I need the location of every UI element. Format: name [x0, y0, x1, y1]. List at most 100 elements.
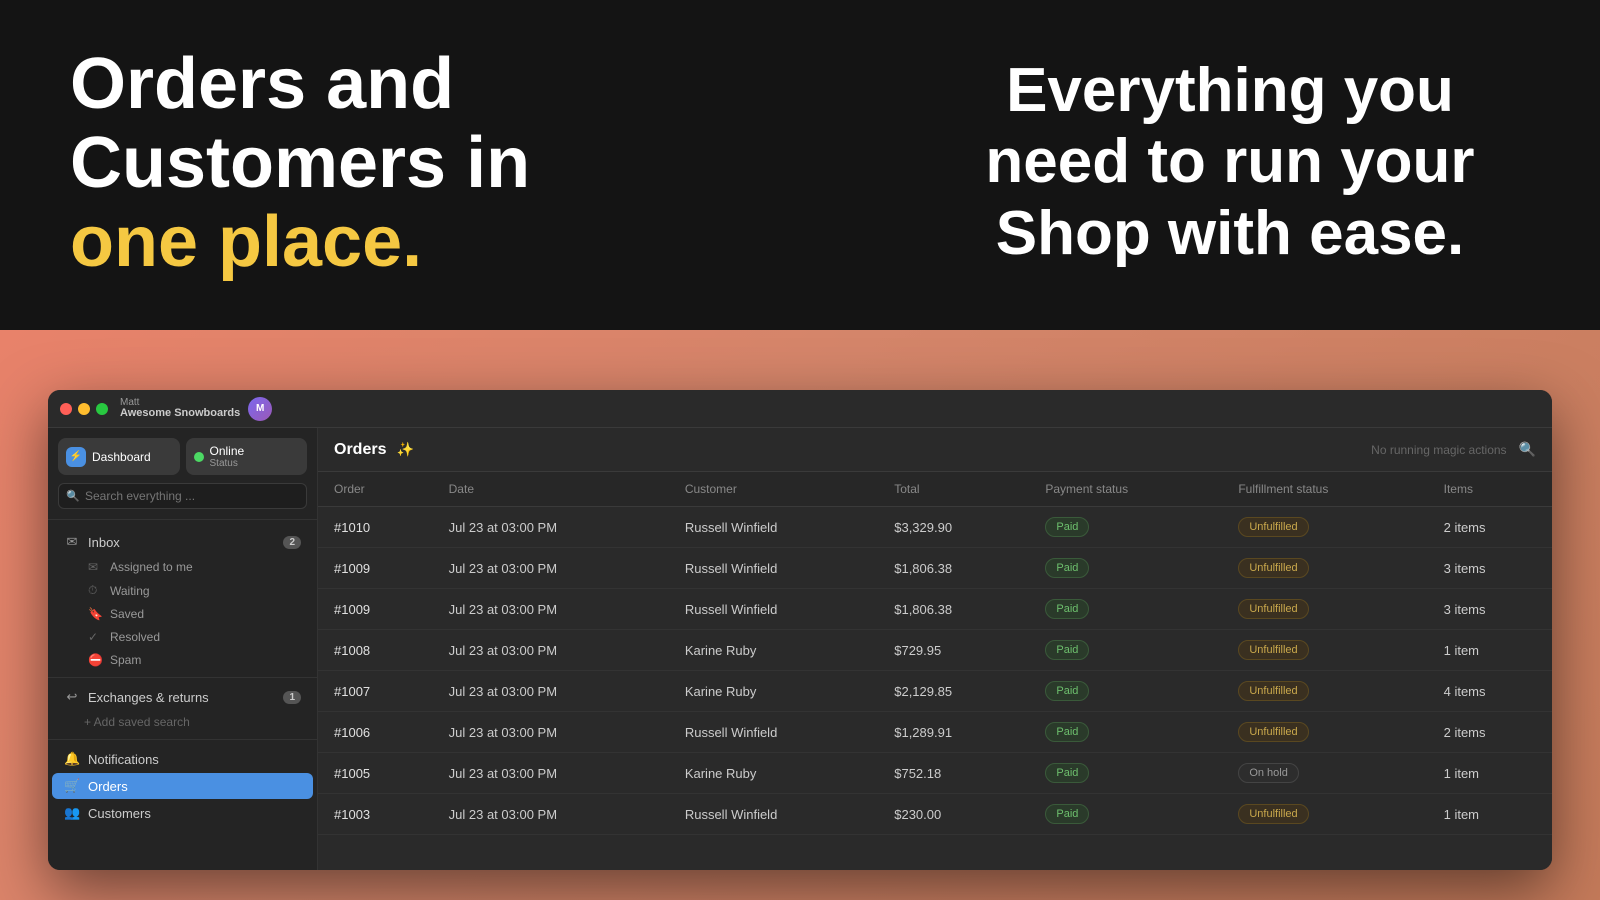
window-title: Matt Awesome Snowboards [120, 398, 240, 419]
cell-payment: Paid [1029, 671, 1222, 712]
sidebar-item-waiting[interactable]: ⏱ Waiting [52, 579, 313, 602]
cell-customer: Russell Winfield [669, 794, 878, 835]
fulfillment-badge: Unfulfilled [1238, 722, 1308, 742]
hero-line3-highlight: one place. [70, 202, 422, 282]
cell-fulfillment: Unfulfilled [1222, 630, 1427, 671]
cell-fulfillment: Unfulfilled [1222, 589, 1427, 630]
header-actions: ✨ [396, 441, 413, 458]
payment-badge: Paid [1045, 681, 1089, 701]
saved-icon: 🔖 [88, 607, 102, 621]
cell-order-id: #1009 [318, 589, 433, 630]
table-row[interactable]: #1003 Jul 23 at 03:00 PM Russell Winfiel… [318, 794, 1552, 835]
sidebar-item-customers[interactable]: 👥 Customers [52, 800, 313, 826]
traffic-light-green[interactable] [96, 403, 108, 415]
table-row[interactable]: #1005 Jul 23 at 03:00 PM Karine Ruby $75… [318, 753, 1552, 794]
status-dot-icon [194, 452, 204, 462]
sidebar: ⚡ Dashboard Online Status 🔍 [48, 428, 318, 870]
tab-dashboard-label: Dashboard [92, 450, 151, 464]
col-customer: Customer [669, 472, 878, 507]
payment-badge: Paid [1045, 722, 1089, 742]
sidebar-item-assigned[interactable]: ✉ Assigned to me [52, 556, 313, 578]
cell-payment: Paid [1029, 630, 1222, 671]
exchanges-label: Exchanges & returns [88, 690, 275, 705]
search-input[interactable] [58, 483, 307, 509]
cell-total: $2,129.85 [878, 671, 1029, 712]
notifications-label: Notifications [88, 752, 301, 767]
cell-fulfillment: Unfulfilled [1222, 548, 1427, 589]
cell-fulfillment: Unfulfilled [1222, 507, 1427, 548]
search-icon-header[interactable]: 🔍 [1519, 441, 1536, 458]
tab-status-sublabel: Status [210, 458, 245, 469]
hero-line2: Customers in [70, 123, 530, 203]
payment-badge: Paid [1045, 763, 1089, 783]
sidebar-item-resolved[interactable]: ✓ Resolved [52, 626, 313, 648]
table-row[interactable]: #1007 Jul 23 at 03:00 PM Karine Ruby $2,… [318, 671, 1552, 712]
fulfillment-badge: Unfulfilled [1238, 599, 1308, 619]
table-row[interactable]: #1010 Jul 23 at 03:00 PM Russell Winfiel… [318, 507, 1552, 548]
content-header: Orders ✨ No running magic actions 🔍 [318, 428, 1552, 472]
fulfillment-badge: Unfulfilled [1238, 804, 1308, 824]
hero-left: Orders and Customers in one place. [70, 45, 600, 283]
cell-total: $1,806.38 [878, 548, 1029, 589]
nav-divider-1 [48, 677, 317, 678]
hero-left-heading: Orders and Customers in one place. [70, 45, 600, 283]
cell-customer: Russell Winfield [669, 712, 878, 753]
cell-order-id: #1010 [318, 507, 433, 548]
cell-total: $752.18 [878, 753, 1029, 794]
no-actions-text: No running magic actions [1371, 443, 1506, 457]
cell-order-id: #1005 [318, 753, 433, 794]
sidebar-item-exchanges[interactable]: ↩ Exchanges & returns 1 [52, 684, 313, 710]
cell-fulfillment: On hold [1222, 753, 1427, 794]
dashboard-icon: ⚡ [66, 447, 86, 467]
tab-dashboard[interactable]: ⚡ Dashboard [58, 438, 180, 475]
cell-date: Jul 23 at 03:00 PM [433, 794, 669, 835]
hero-right-heading: Everything you need to run your Shop wit… [940, 55, 1520, 269]
orders-table: Order Date Customer Total Payment status… [318, 472, 1552, 870]
table-row[interactable]: #1006 Jul 23 at 03:00 PM Russell Winfiel… [318, 712, 1552, 753]
cell-items: 1 item [1428, 630, 1552, 671]
magic-actions-icon[interactable]: ✨ [396, 441, 413, 458]
waiting-label: Waiting [110, 584, 150, 598]
inbox-label: Inbox [88, 535, 275, 550]
orders-icon: 🛒 [64, 778, 80, 794]
cell-fulfillment: Unfulfilled [1222, 671, 1427, 712]
sidebar-item-inbox[interactable]: ✉ Inbox 2 [52, 529, 313, 555]
avatar: M [248, 397, 272, 421]
table-row[interactable]: #1009 Jul 23 at 03:00 PM Russell Winfiel… [318, 589, 1552, 630]
sidebar-item-spam[interactable]: ⛔ Spam [52, 649, 313, 671]
cell-payment: Paid [1029, 753, 1222, 794]
cell-payment: Paid [1029, 507, 1222, 548]
tab-status-label: Online [210, 444, 245, 458]
payment-badge: Paid [1045, 640, 1089, 660]
assigned-icon: ✉ [88, 560, 102, 574]
main-content: Orders ✨ No running magic actions 🔍 Orde… [318, 428, 1552, 870]
tab-status[interactable]: Online Status [186, 438, 308, 475]
notifications-icon: 🔔 [64, 751, 80, 767]
table-row[interactable]: #1009 Jul 23 at 03:00 PM Russell Winfiel… [318, 548, 1552, 589]
add-saved-search[interactable]: + Add saved search [48, 711, 317, 733]
resolved-label: Resolved [110, 630, 160, 644]
sidebar-item-orders[interactable]: 🛒 Orders [52, 773, 313, 799]
tab-status-labels: Online Status [210, 444, 245, 469]
spam-icon: ⛔ [88, 653, 102, 667]
sidebar-search: 🔍 [58, 483, 307, 509]
col-items: Items [1428, 472, 1552, 507]
table-header-row: Order Date Customer Total Payment status… [318, 472, 1552, 507]
traffic-light-yellow[interactable] [78, 403, 90, 415]
traffic-light-red[interactable] [60, 403, 72, 415]
cell-items: 3 items [1428, 548, 1552, 589]
cell-payment: Paid [1029, 712, 1222, 753]
sidebar-nav: ✉ Inbox 2 ✉ Assigned to me ⏱ Waiting 🔖 S… [48, 520, 317, 870]
resolved-icon: ✓ [88, 630, 102, 644]
cell-order-id: #1003 [318, 794, 433, 835]
cell-items: 3 items [1428, 589, 1552, 630]
cell-items: 2 items [1428, 507, 1552, 548]
table-row[interactable]: #1008 Jul 23 at 03:00 PM Karine Ruby $72… [318, 630, 1552, 671]
cell-items: 1 item [1428, 794, 1552, 835]
cell-payment: Paid [1029, 548, 1222, 589]
app-window: Matt Awesome Snowboards M ⚡ Dashboard On… [48, 390, 1552, 870]
orders-label: Orders [88, 779, 301, 794]
sidebar-item-notifications[interactable]: 🔔 Notifications [52, 746, 313, 772]
sidebar-item-saved[interactable]: 🔖 Saved [52, 603, 313, 625]
cell-date: Jul 23 at 03:00 PM [433, 630, 669, 671]
